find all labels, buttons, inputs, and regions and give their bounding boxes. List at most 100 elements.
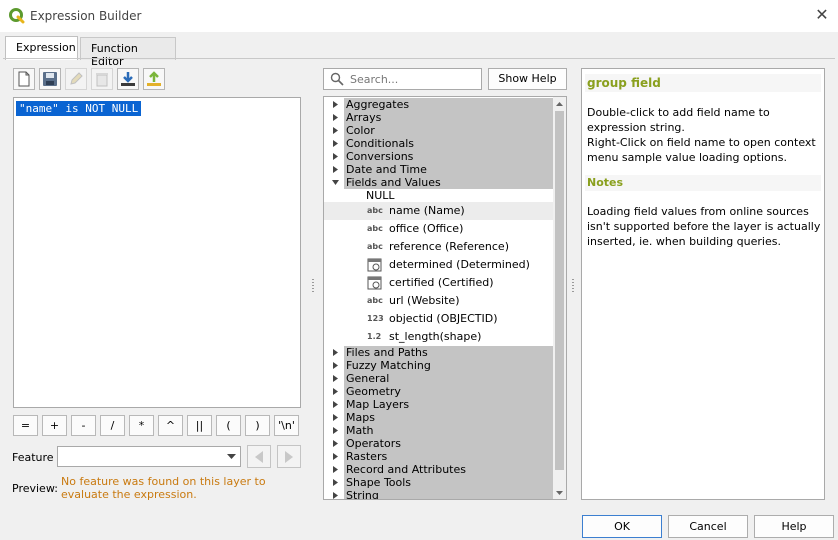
chevron-right-icon bbox=[333, 427, 338, 434]
close-icon[interactable]: ✕ bbox=[812, 5, 832, 25]
new-file-icon bbox=[18, 71, 30, 87]
tree-item-null[interactable]: NULL bbox=[324, 188, 554, 203]
tree-group[interactable]: Arrays bbox=[324, 111, 554, 124]
text-field-icon: abc bbox=[367, 206, 383, 215]
qgis-logo-icon bbox=[9, 8, 25, 24]
calendar-icon bbox=[367, 276, 385, 290]
chevron-right-icon bbox=[333, 492, 338, 499]
tree-group[interactable]: Math bbox=[324, 424, 554, 437]
chevron-right-icon bbox=[333, 440, 338, 447]
tree-scrollbar[interactable] bbox=[553, 97, 566, 499]
save-icon bbox=[43, 72, 57, 86]
help-text-line2: Right-Click on field name to open contex… bbox=[587, 136, 816, 164]
chevron-right-icon bbox=[333, 362, 338, 369]
edit-icon bbox=[70, 72, 83, 85]
chevron-right-icon bbox=[333, 453, 338, 460]
tree-group[interactable]: Fuzzy Matching bbox=[324, 359, 554, 372]
tree-group[interactable]: Rasters bbox=[324, 450, 554, 463]
operator-close-paren-button[interactable]: ) bbox=[245, 415, 270, 436]
operator-multiply-button[interactable]: * bbox=[129, 415, 154, 436]
operator-equals-button[interactable]: = bbox=[13, 415, 38, 436]
help-title: group field bbox=[585, 74, 821, 92]
new-expression-button[interactable] bbox=[13, 68, 35, 90]
operator-concat-button[interactable]: || bbox=[187, 415, 212, 436]
field-item[interactable]: 1.2 st_length(shape) bbox=[324, 328, 554, 346]
chevron-down-icon bbox=[332, 180, 339, 185]
field-item[interactable]: abc office (Office) bbox=[324, 220, 554, 238]
field-item[interactable]: certified (Certified) bbox=[324, 274, 554, 292]
integer-field-icon: 123 bbox=[367, 314, 384, 323]
field-item[interactable]: abc url (Website) bbox=[324, 292, 554, 310]
scroll-up-icon[interactable] bbox=[553, 97, 566, 110]
tree-group[interactable]: Maps bbox=[324, 411, 554, 424]
operator-minus-button[interactable]: - bbox=[71, 415, 96, 436]
delete-expression-button[interactable] bbox=[91, 68, 113, 90]
operator-plus-button[interactable]: + bbox=[42, 415, 67, 436]
tree-group[interactable]: Geometry bbox=[324, 385, 554, 398]
field-item[interactable]: 123 objectid (OBJECTID) bbox=[324, 310, 554, 328]
chevron-down-icon[interactable] bbox=[222, 447, 240, 466]
help-button[interactable]: Help bbox=[754, 515, 834, 538]
field-item[interactable]: abc reference (Reference) bbox=[324, 238, 554, 256]
chevron-right-icon bbox=[333, 349, 338, 356]
previous-feature-button[interactable] bbox=[247, 445, 271, 468]
cancel-button[interactable]: Cancel bbox=[668, 515, 748, 538]
splitter-handle-left[interactable] bbox=[312, 279, 314, 293]
chevron-right-icon bbox=[333, 127, 338, 134]
tree-group[interactable]: Record and Attributes bbox=[324, 463, 554, 476]
field-item[interactable]: determined (Determined) bbox=[324, 256, 554, 274]
edit-expression-button[interactable] bbox=[65, 68, 87, 90]
tree-group[interactable]: Shape Tools bbox=[324, 476, 554, 489]
chevron-right-icon bbox=[333, 114, 338, 121]
tree-group[interactable]: Conversions bbox=[324, 150, 554, 163]
operator-divide-button[interactable]: / bbox=[100, 415, 125, 436]
tab-function-editor[interactable]: Function Editor bbox=[80, 37, 176, 68]
next-feature-button[interactable] bbox=[277, 445, 301, 468]
scroll-down-icon[interactable] bbox=[553, 486, 566, 499]
tree-group[interactable]: Date and Time bbox=[324, 163, 554, 176]
tree-group[interactable]: Aggregates bbox=[324, 98, 554, 111]
ok-button[interactable]: OK bbox=[582, 515, 662, 538]
preview-label: Preview: bbox=[12, 482, 58, 495]
tree-group[interactable]: String bbox=[324, 489, 554, 499]
import-button[interactable] bbox=[117, 68, 139, 90]
expression-text[interactable]: "name" is NOT NULL bbox=[16, 101, 142, 116]
help-text-line1: Double-click to add field name to expres… bbox=[587, 106, 770, 134]
decimal-field-icon: 1.2 bbox=[367, 332, 382, 341]
chevron-right-icon bbox=[333, 153, 338, 160]
chevron-right-icon bbox=[333, 375, 338, 382]
function-tree[interactable]: Aggregates Arrays Color Conditionals Con… bbox=[323, 96, 567, 500]
chevron-right-icon bbox=[333, 166, 338, 173]
save-expression-button[interactable] bbox=[39, 68, 61, 90]
text-field-icon: abc bbox=[367, 224, 383, 233]
search-box[interactable] bbox=[323, 68, 482, 90]
operator-newline-button[interactable]: '\n' bbox=[274, 415, 299, 436]
show-help-button[interactable]: Show Help bbox=[488, 68, 567, 90]
delete-icon bbox=[96, 73, 108, 87]
calendar-icon bbox=[367, 258, 385, 272]
tree-group[interactable]: Map Layers bbox=[324, 398, 554, 411]
tree-group[interactable]: Files and Paths bbox=[324, 346, 554, 359]
splitter-handle-right[interactable] bbox=[572, 279, 574, 293]
export-icon bbox=[147, 71, 161, 86]
text-field-icon: abc bbox=[367, 296, 383, 305]
tree-group[interactable]: Operators bbox=[324, 437, 554, 450]
tree-group[interactable]: Conditionals bbox=[324, 137, 554, 150]
tree-group[interactable]: Color bbox=[324, 124, 554, 137]
import-icon bbox=[121, 72, 135, 86]
export-button[interactable] bbox=[143, 68, 165, 90]
chevron-right-icon bbox=[333, 466, 338, 473]
feature-combo[interactable] bbox=[57, 446, 241, 467]
operator-open-paren-button[interactable]: ( bbox=[216, 415, 241, 436]
chevron-right-icon bbox=[333, 140, 338, 147]
tree-group[interactable]: General bbox=[324, 372, 554, 385]
field-item[interactable]: abc name (Name) bbox=[324, 202, 554, 220]
scroll-thumb[interactable] bbox=[555, 111, 564, 470]
search-icon bbox=[330, 72, 344, 86]
chevron-right-icon bbox=[333, 388, 338, 395]
tab-expression[interactable]: Expression bbox=[5, 36, 78, 60]
search-input[interactable] bbox=[350, 71, 478, 87]
expression-editor[interactable]: "name" is NOT NULL bbox=[13, 97, 301, 408]
operator-power-button[interactable]: ^ bbox=[158, 415, 183, 436]
chevron-right-icon bbox=[333, 101, 338, 108]
